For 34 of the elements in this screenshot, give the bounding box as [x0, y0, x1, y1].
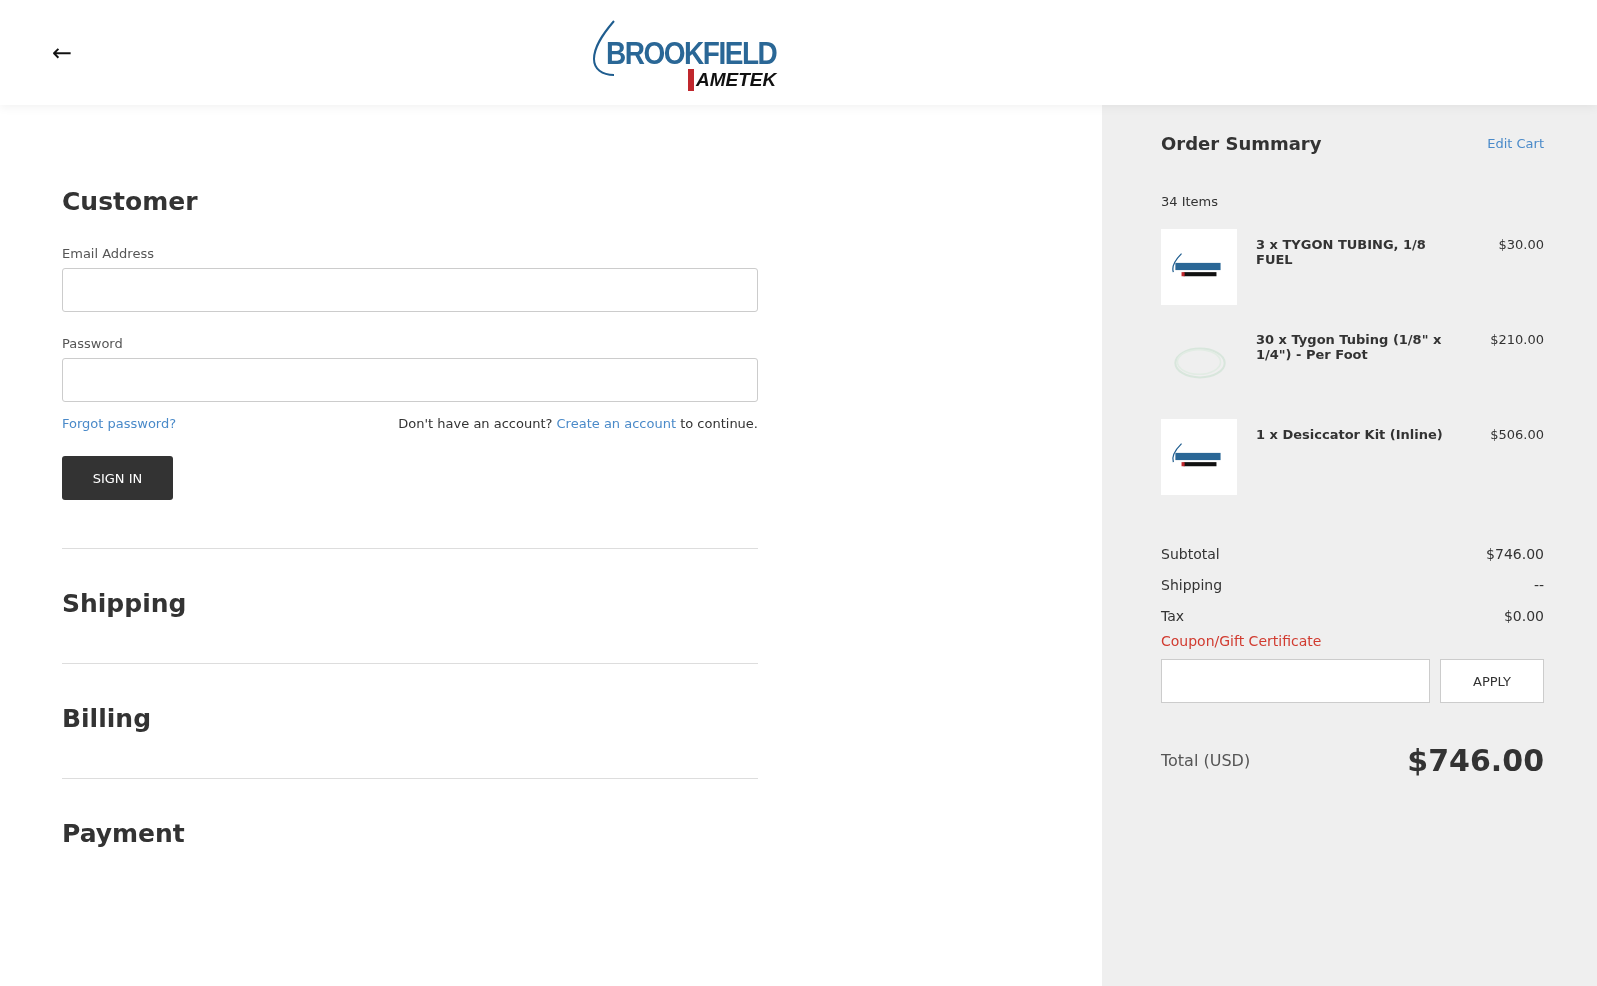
item-price: $506.00	[1490, 427, 1544, 442]
section-heading: Billing	[62, 704, 153, 733]
item-price: $210.00	[1490, 332, 1544, 347]
field-label: Email Address	[62, 246, 155, 261]
total-value: $746.00	[1407, 743, 1544, 778]
summary-label: Shipping	[1161, 576, 1223, 593]
summary-value: $0.00	[1503, 607, 1544, 624]
total-label: Total (USD)	[1161, 751, 1251, 770]
logo-subbrand: AMETEK	[688, 68, 777, 91]
password-input-field[interactable]	[62, 358, 758, 402]
section-heading: Shipping	[62, 589, 188, 618]
summary-label: Subtotal	[1161, 545, 1220, 562]
item-name: 3 x TYGON TUBING, 1/8 FUEL	[1256, 237, 1427, 267]
summary-title: Order Summary	[1161, 133, 1322, 154]
coupon-input-field[interactable]	[1161, 659, 1430, 703]
back-arrow-icon[interactable]: ←	[52, 40, 73, 65]
summary-label: Tax	[1161, 607, 1185, 624]
coupon-label: Coupon/Gift Certificate	[1161, 633, 1323, 649]
apply-button[interactable]: APPLY	[1440, 659, 1544, 703]
field-label: Password	[62, 336, 124, 351]
item-count: 34 Items	[1161, 194, 1220, 209]
logo-wordmark: BROOKFIELD	[606, 37, 777, 70]
summary-value: --	[1533, 576, 1544, 593]
create-account-link[interactable]: Create an account	[556, 416, 676, 431]
forgot-password-link[interactable]: Forgot password?	[62, 416, 177, 431]
sign-in-button[interactable]: SIGN IN	[62, 456, 173, 500]
item-name: 1 x Desiccator Kit (Inline)	[1256, 427, 1444, 442]
email-input-field[interactable]	[62, 268, 758, 312]
item-name: 30 x Tygon Tubing (1/8" x 1/4") - Per Foot	[1256, 332, 1443, 362]
summary-value: $746.00	[1486, 545, 1544, 562]
section-heading: Customer	[62, 187, 199, 216]
item-price: $30.00	[1498, 237, 1544, 252]
signup-prompt: Don't have an account? Create an account to continue.	[398, 416, 758, 431]
section-heading: Payment	[62, 819, 186, 848]
